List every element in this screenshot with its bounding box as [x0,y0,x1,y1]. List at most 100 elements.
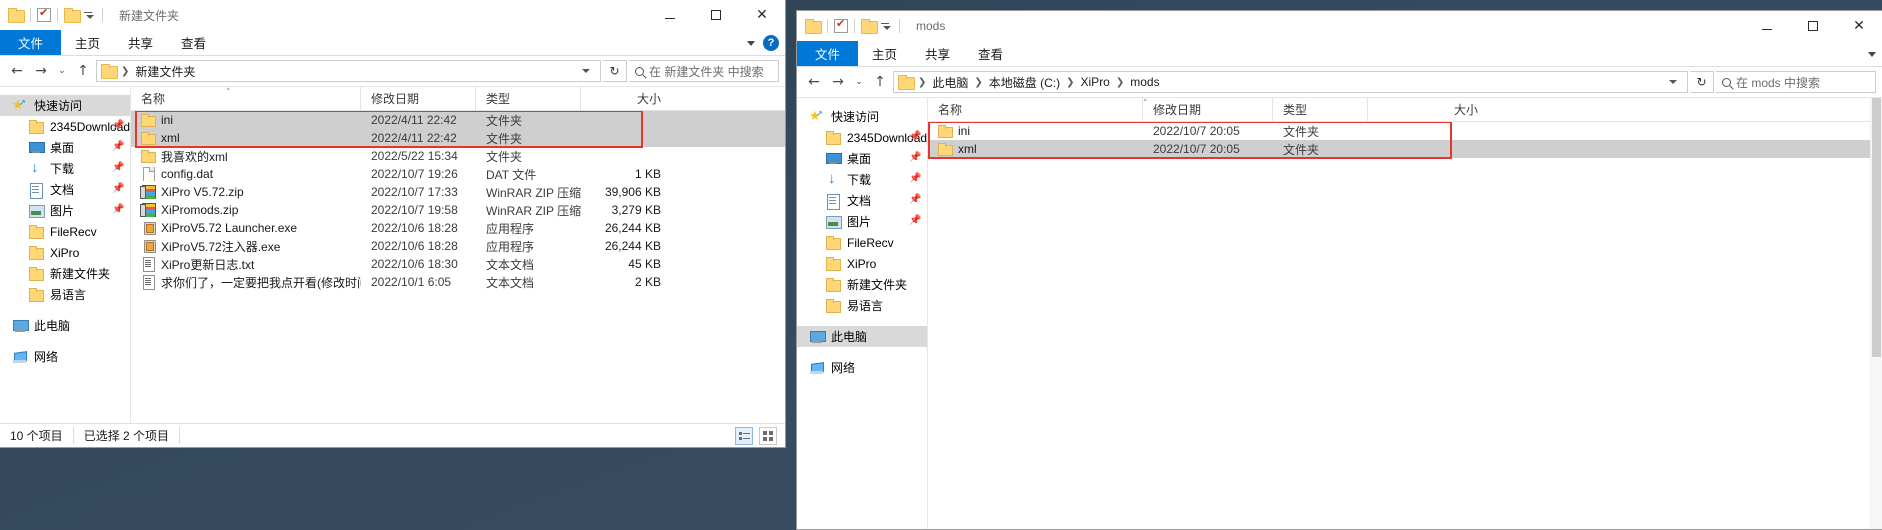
recent-locations-button[interactable]: ⌄ [851,71,867,93]
file-name-cell[interactable]: config.dat [131,167,361,181]
sidebar-item-2345download[interactable]: 2345Download 📌 [797,127,927,148]
table-row[interactable]: XiPro更新日志.txt 2022/10/6 18:30 文本文档 45 KB [131,255,785,273]
table-row[interactable]: ini 2022/10/7 20:05 文件夹 [928,122,1882,140]
sidebar-item-filerecv[interactable]: FileRecv [0,221,130,242]
tab-file[interactable]: 文件 [797,41,859,66]
navigation-pane-left[interactable]: 快速访问 2345Download 📌 桌面 📌 下载 📌 文档 📌 [0,87,130,423]
column-headers-left[interactable]: ˄ 名称 修改日期 类型 大小 [131,86,785,111]
search-box-left[interactable]: 在 新建文件夹 中搜索 [629,60,779,82]
ribbon-right-controls-right[interactable] [1868,41,1876,67]
pin-icon[interactable]: 📌 [112,121,124,131]
sidebar-item-documents[interactable]: 文档 📌 [797,190,927,211]
forward-button[interactable]: → [30,60,52,82]
pin-icon[interactable]: 📌 [112,142,124,152]
pin-icon[interactable]: 📌 [112,205,124,215]
pin-icon[interactable]: 📌 [909,153,921,163]
customize-qat-button[interactable] [80,11,96,19]
minimize-button[interactable] [647,0,693,30]
column-header-date[interactable]: 修改日期 [1143,97,1273,122]
address-bar-right[interactable]: ❯ 此电脑 ❯ 本地磁盘 (C:) ❯ XiPro ❯ mods [893,71,1688,93]
column-header-type[interactable]: 类型 [1273,97,1368,122]
sidebar-item-xipro[interactable]: XiPro [0,242,130,263]
column-header-size[interactable]: 大小 [581,87,671,111]
sidebar-item-documents[interactable]: 文档 📌 [0,179,130,200]
sidebar-item-desktop[interactable]: 桌面 📌 [0,137,130,158]
file-name-cell[interactable]: XiPro更新日志.txt [131,256,361,273]
file-list-pane-right[interactable]: ˄ 名称 修改日期 类型 大小 ini 2022/10/7 20:05 文件夹 [927,97,1882,529]
window-controls-left[interactable]: ✕ [647,0,785,30]
properties-checkbox-icon[interactable] [37,6,51,22]
sidebar-item-downloads[interactable]: 下载 📌 [0,158,130,179]
sidebar-item-pictures[interactable]: 图片 📌 [0,200,130,221]
file-name-cell[interactable]: xml [928,142,1143,156]
scrollbar-thumb[interactable] [1872,98,1881,357]
close-button[interactable]: ✕ [1836,11,1882,41]
column-header-date[interactable]: 修改日期 [361,86,476,111]
new-folder-icon[interactable] [861,19,878,34]
column-header-size[interactable]: 大小 [1368,98,1488,122]
sidebar-item-easy-language[interactable]: 易语言 [797,295,927,316]
maximize-button[interactable] [693,0,739,30]
address-row-right[interactable]: ← → ⌄ ↑ ❯ 此电脑 ❯ 本地磁盘 (C:) ❯ XiPro ❯ mods… [797,67,1882,97]
pin-icon[interactable]: 📌 [112,163,124,173]
tab-view[interactable]: 查看 [167,30,220,55]
customize-qat-button[interactable] [877,22,893,30]
file-name-cell[interactable]: xml [131,131,361,145]
table-row[interactable]: 求你们了，一定要把我点开看(修改时间2... 2022/10/1 6:05 文本… [131,273,785,291]
column-header-name[interactable]: 名称 [928,97,1143,122]
sidebar-item-desktop[interactable]: 桌面 📌 [797,148,927,169]
tab-file[interactable]: 文件 [0,30,62,55]
sidebar-item-this-pc[interactable]: 此电脑 [0,315,130,336]
file-name-cell[interactable]: ini [131,113,361,127]
table-row[interactable]: 我喜欢的xml 2022/5/22 15:34 文件夹 [131,147,785,165]
breadcrumb-item[interactable]: 新建文件夹 [133,63,197,80]
table-row[interactable]: xml 2022/4/11 22:42 文件夹 [131,129,785,147]
pin-icon[interactable]: 📌 [909,195,921,205]
sidebar-item-quick-access[interactable]: 快速访问 [797,106,927,127]
table-row[interactable]: XiPro V5.72.zip 2022/10/7 17:33 WinRAR Z… [131,183,785,201]
back-button[interactable]: ← [803,71,825,93]
refresh-button[interactable]: ↻ [1690,71,1714,93]
quick-access-toolbar-left[interactable] [0,6,109,23]
maximize-button[interactable] [1790,11,1836,41]
sidebar-item-easy-language[interactable]: 易语言 [0,284,130,305]
sidebar-item-new-folder[interactable]: 新建文件夹 [0,263,130,284]
sidebar-item-2345download[interactable]: 2345Download 📌 [0,116,130,137]
sidebar-item-network[interactable]: 网络 [0,346,130,367]
quick-access-toolbar-right[interactable] [797,17,906,34]
titlebar-right[interactable]: mods ✕ [797,11,1882,41]
large-icons-view-toggle[interactable] [759,427,777,445]
details-view-toggle[interactable] [735,427,753,445]
explorer-window-left[interactable]: 新建文件夹 ✕ 文件 主页 共享 查看 ? ← → ⌄ ↑ ❯ 新建文件夹 ↻ [0,0,786,448]
up-button[interactable]: ↑ [72,60,94,82]
properties-checkbox-icon[interactable] [834,17,848,33]
up-button[interactable]: ↑ [869,71,891,93]
tab-home[interactable]: 主页 [61,30,114,55]
file-name-cell[interactable]: XiProV5.72注入器.exe [131,238,361,255]
tab-home[interactable]: 主页 [858,41,911,66]
pin-icon[interactable]: 📌 [909,132,921,142]
recent-locations-button[interactable]: ⌄ [54,60,70,82]
pin-icon[interactable]: 📌 [909,174,921,184]
file-rows-left[interactable]: ini 2022/4/11 22:42 文件夹 xml 2022/4/11 22… [131,111,785,423]
column-header-name[interactable]: 名称 [131,86,361,111]
titlebar-left[interactable]: 新建文件夹 ✕ [0,0,785,30]
view-toggle-group-left[interactable] [735,427,777,445]
pin-icon[interactable]: 📌 [909,216,921,226]
new-folder-icon[interactable] [64,8,81,23]
sidebar-item-downloads[interactable]: 下载 📌 [797,169,927,190]
address-dropdown-icon[interactable] [1669,80,1677,84]
sidebar-item-filerecv[interactable]: FileRecv [797,232,927,253]
tab-view[interactable]: 查看 [964,41,1017,66]
sidebar-item-this-pc[interactable]: 此电脑 [797,326,927,347]
file-list-pane-left[interactable]: ˄ 名称 修改日期 类型 大小 ini 2022/4/11 22:42 文件夹 [130,86,785,423]
pin-icon[interactable]: 📌 [112,184,124,194]
search-box-right[interactable]: 在 mods 中搜索 [1716,71,1876,93]
breadcrumb-item-mods[interactable]: mods [1128,75,1161,89]
file-rows-right[interactable]: ini 2022/10/7 20:05 文件夹 xml 2022/10/7 20… [928,122,1882,529]
address-row-left[interactable]: ← → ⌄ ↑ ❯ 新建文件夹 ↻ 在 新建文件夹 中搜索 [0,56,785,86]
sidebar-item-quick-access[interactable]: 快速访问 [0,95,130,116]
back-button[interactable]: ← [6,60,28,82]
file-name-cell[interactable]: XiProV5.72 Launcher.exe [131,221,361,235]
sidebar-item-new-folder[interactable]: 新建文件夹 [797,274,927,295]
